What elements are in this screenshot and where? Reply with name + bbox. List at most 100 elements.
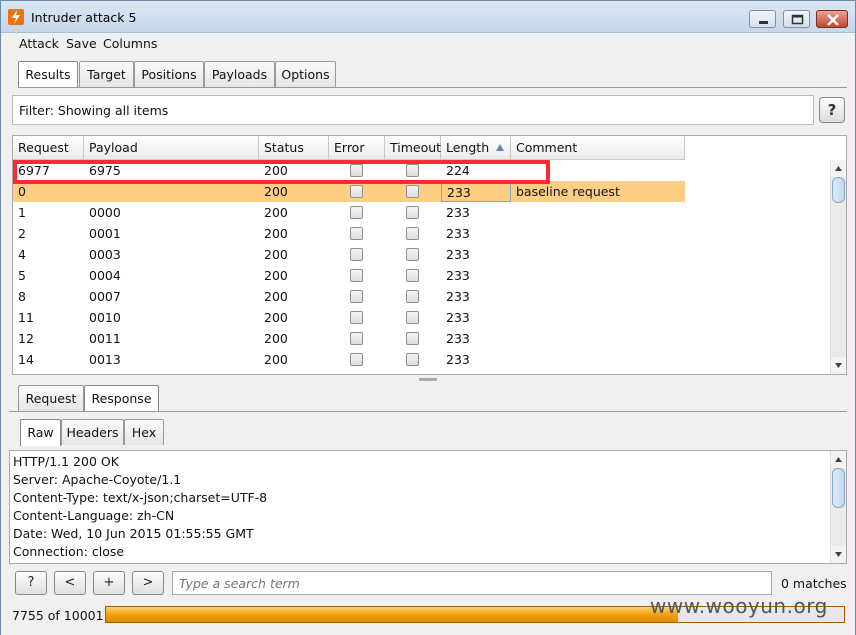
column-header-timeout[interactable]: Timeout: [385, 136, 441, 160]
search-add-button[interactable]: +: [93, 571, 125, 595]
menu-save[interactable]: Save: [66, 36, 97, 51]
error-checkbox: [350, 290, 363, 303]
burp-lightning-icon: [8, 9, 24, 25]
scroll-thumb[interactable]: [832, 177, 845, 203]
response-line: Content-Language: zh-CN: [13, 508, 175, 523]
table-row[interactable]: 5 0004 200 233: [13, 265, 685, 286]
timeout-checkbox: [406, 332, 419, 345]
search-match-count: 0 matches: [781, 576, 847, 591]
column-header-error[interactable]: Error: [329, 136, 385, 160]
progress-fill: [106, 607, 679, 622]
pane-splitter[interactable]: [419, 378, 437, 381]
error-checkbox: [350, 311, 363, 324]
tab-payloads[interactable]: Payloads: [204, 61, 275, 87]
column-header-length[interactable]: Length: [441, 136, 511, 160]
table-row[interactable]: 4 0003 200 233: [13, 244, 685, 265]
menu-attack[interactable]: Attack: [19, 36, 59, 51]
tab-response[interactable]: Response: [84, 385, 159, 412]
cell-request: 12: [18, 331, 34, 346]
cell-request: 2: [18, 226, 26, 241]
response-scroll-up-arrow[interactable]: [831, 451, 846, 468]
cell-request: 5: [18, 268, 26, 283]
timeout-checkbox: [406, 227, 419, 240]
tab-target[interactable]: Target: [79, 61, 134, 87]
cell-length: 233: [446, 247, 470, 262]
error-checkbox: [350, 185, 363, 198]
annotation-highlight-box: [13, 160, 550, 184]
table-header: Request Payload Status Error Timeout Len…: [13, 136, 685, 160]
cell-status: 200: [264, 184, 288, 199]
menu-columns[interactable]: Columns: [103, 36, 157, 51]
error-checkbox: [350, 269, 363, 282]
table-row[interactable]: 12 0011 200 233: [13, 328, 685, 349]
cell-comment: [511, 286, 516, 307]
filter-help-button[interactable]: ?: [819, 97, 845, 123]
error-checkbox: [350, 332, 363, 345]
table-row[interactable]: 2 0001 200 233: [13, 223, 685, 244]
cell-request: 8: [18, 289, 26, 304]
response-scrollbar[interactable]: [830, 451, 846, 563]
cell-request: 0: [18, 184, 26, 199]
tab-options[interactable]: Options: [275, 61, 336, 87]
column-header-status[interactable]: Status: [259, 136, 329, 160]
cell-status: 200: [264, 205, 288, 220]
search-input[interactable]: [172, 571, 772, 595]
table-row[interactable]: 8 0007 200 233: [13, 286, 685, 307]
tab-headers[interactable]: Headers: [61, 419, 124, 445]
cell-comment: [511, 307, 516, 328]
title-bar[interactable]: Intruder attack 5: [1, 1, 855, 33]
cell-length: 233: [446, 331, 470, 346]
table-row[interactable]: 0 200 233 baseline request: [13, 181, 685, 202]
tab-raw[interactable]: Raw: [20, 419, 61, 446]
table-row[interactable]: 1 0000 200 233: [13, 202, 685, 223]
table-row[interactable]: 14 0013 200 233: [13, 349, 685, 370]
scroll-down-arrow[interactable]: [831, 357, 846, 374]
tab-positions[interactable]: Positions: [134, 61, 204, 87]
watermark: www.wooyun.org: [650, 594, 828, 618]
arrow-up-icon: [835, 457, 842, 462]
timeout-checkbox: [406, 353, 419, 366]
cell-length: 233: [446, 226, 470, 241]
error-checkbox: [350, 248, 363, 261]
error-checkbox: [350, 206, 363, 219]
column-header-comment[interactable]: Comment: [511, 136, 685, 160]
tab-request[interactable]: Request: [18, 385, 84, 411]
maximize-button[interactable]: [783, 10, 810, 28]
timeout-checkbox: [406, 206, 419, 219]
close-button[interactable]: [816, 10, 848, 28]
response-line: Content-Type: text/x-json;charset=UTF-8: [13, 490, 268, 505]
scroll-up-arrow[interactable]: [831, 160, 846, 177]
column-header-payload[interactable]: Payload: [84, 136, 259, 160]
search-next-button[interactable]: >: [132, 571, 164, 595]
window-title: Intruder attack 5: [31, 10, 137, 25]
arrow-up-icon: [835, 166, 842, 171]
cell-length: 233: [446, 310, 470, 325]
filter-text: Filter: Showing all items: [19, 103, 169, 118]
table-scrollbar[interactable]: [830, 160, 846, 374]
response-line: Content-Length: 45: [13, 561, 134, 563]
filter-bar[interactable]: Filter: Showing all items: [12, 95, 814, 125]
tab-results[interactable]: Results: [18, 61, 78, 88]
cell-comment: [511, 223, 516, 244]
cell-length: 233: [446, 205, 470, 220]
cell-request: 14: [18, 352, 34, 367]
cell-status: 200: [264, 331, 288, 346]
tab-hex[interactable]: Hex: [124, 419, 164, 445]
search-previous-button[interactable]: <: [54, 571, 86, 595]
column-header-request[interactable]: Request: [13, 136, 84, 160]
timeout-checkbox: [406, 290, 419, 303]
timeout-checkbox: [406, 311, 419, 324]
cell-length: 233: [446, 289, 470, 304]
cell-comment: [511, 202, 516, 223]
cell-request: 4: [18, 247, 26, 262]
cell-payload: 0010: [89, 310, 121, 325]
search-help-button[interactable]: ?: [15, 571, 47, 595]
table-row[interactable]: 11 0010 200 233: [13, 307, 685, 328]
timeout-checkbox: [406, 269, 419, 282]
response-viewer[interactable]: HTTP/1.1 200 OK Server: Apache-Coyote/1.1…: [9, 450, 847, 564]
response-scroll-thumb[interactable]: [832, 468, 845, 508]
cell-status: 200: [264, 289, 288, 304]
tab-divider: [18, 87, 847, 88]
minimize-button[interactable]: [749, 10, 776, 28]
response-scroll-down-arrow[interactable]: [831, 546, 846, 563]
